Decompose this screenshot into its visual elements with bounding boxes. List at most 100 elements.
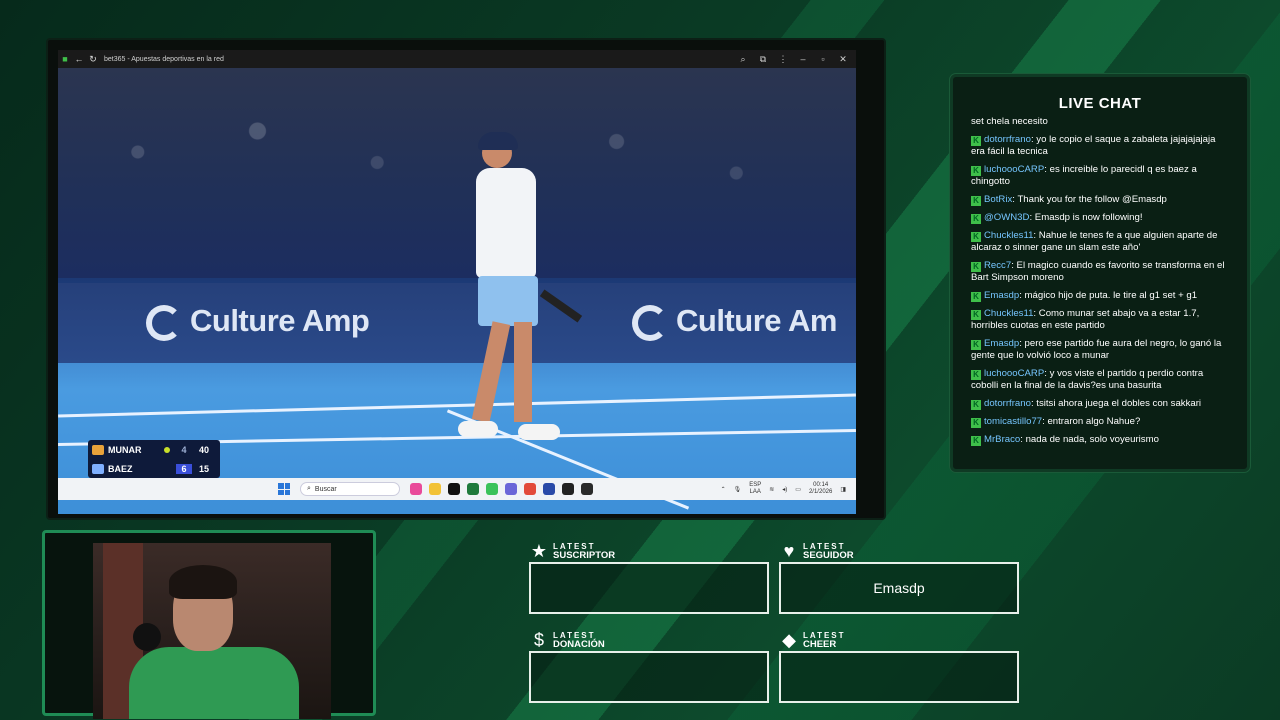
browser-titlebar: ■ ← ↻ bet365 - Apuestas deportivas en la… xyxy=(58,50,856,68)
chat-username[interactable]: dotorrfrano xyxy=(984,134,1031,145)
chat-text: entraron algo Nahue? xyxy=(1047,416,1141,427)
reload-icon[interactable]: ↻ xyxy=(86,54,100,65)
battery-icon[interactable]: ▭ xyxy=(795,486,801,493)
tiktok-icon[interactable] xyxy=(448,483,460,495)
chat-text: tsitsi ahora juega el dobles con sakkari xyxy=(1036,398,1202,409)
chat-message: K Chuckles11: Como munar set abajo va a e… xyxy=(971,308,1200,331)
language-indicator[interactable]: ESP LAA xyxy=(749,482,761,496)
match-video: Culture Amp Culture Am MUNAR 4 40 BAEZ 6… xyxy=(58,68,856,514)
chat-username[interactable]: Chuckles11 xyxy=(984,230,1033,241)
microphone-icon xyxy=(133,623,161,651)
heart-icon: ♥ xyxy=(783,541,795,561)
restore-button[interactable]: ▫ xyxy=(816,54,830,65)
ad-culture-amp-left: Culture Amp xyxy=(146,303,370,341)
chat-badge-icon: K xyxy=(971,262,981,272)
back-icon[interactable]: ← xyxy=(72,54,86,64)
chat-message: K MrBraco: nada de nada, solo voyeurismo xyxy=(971,434,1231,446)
dollar-icon: $ xyxy=(533,630,544,650)
chat-message: K Recc7: El magico cuando es favorito se … xyxy=(971,260,1225,283)
volume-icon[interactable]: ◂) xyxy=(782,486,787,493)
scoreboard-row-baez: BAEZ 6 15 xyxy=(88,459,220,478)
chat-text: nada de nada, solo voyeurismo xyxy=(1025,434,1159,445)
latest-cheer-value xyxy=(779,651,1019,703)
chat-text: set chela necesito xyxy=(971,116,1048,127)
extensions-icon[interactable]: ⧉ xyxy=(756,54,770,65)
browser-window: ■ ← ↻ bet365 - Apuestas deportivas en la… xyxy=(46,38,886,520)
chat-username[interactable]: Emasdp xyxy=(984,290,1019,301)
chat-badge-icon: K xyxy=(971,436,981,446)
wifi-icon[interactable]: ≋ xyxy=(769,486,774,493)
chat-username[interactable]: BotRix xyxy=(984,194,1012,205)
chat-message: KluchoooCARP: y vos viste el partido q p… xyxy=(971,368,1204,391)
chat-badge-icon: K xyxy=(971,340,981,350)
latest-cheer-panel: ◆ LATEST CHEER xyxy=(779,629,1019,703)
chat-message: Kdotorrfrano: yo le copio el saque a zab… xyxy=(971,134,1216,157)
live-chat-panel: LIVE CHAT set chela necesito Kdotorrfrano… xyxy=(950,74,1250,472)
windows-taskbar: ⌕ Buscar ⌃ 🎙 ESP LAA ≋ ◂) ▭ 00:14 2/1/20… xyxy=(58,478,856,500)
whatsapp-icon[interactable] xyxy=(486,483,498,495)
chat-message: K @OWN3D: Emasdp is now following! xyxy=(971,212,1231,224)
chat-messages: set chela necesito Kdotorrfrano: yo le co… xyxy=(953,112,1247,446)
chevron-up-icon[interactable]: ⌃ xyxy=(721,486,726,493)
system-tray: ⌃ 🎙 ESP LAA ≋ ◂) ▭ 00:14 2/1/2026 ◨ xyxy=(721,482,856,496)
site-favicon-icon: ■ xyxy=(62,54,68,64)
webcam-feed xyxy=(93,543,331,719)
chat-username[interactable]: MrBraco xyxy=(984,434,1020,445)
app-icon[interactable] xyxy=(581,483,593,495)
chat-badge-icon: K xyxy=(971,400,981,410)
clock[interactable]: 00:14 2/1/2026 xyxy=(809,482,832,496)
zoom-icon[interactable]: ⌕ xyxy=(736,54,750,65)
notifications-icon[interactable]: ◨ xyxy=(840,486,846,493)
search-placeholder: Buscar xyxy=(314,485,337,493)
chat-message: K Chuckles11: Nahue le tenes fe a que alg… xyxy=(971,230,1218,253)
tennis-player xyxy=(438,126,583,456)
start-button[interactable] xyxy=(278,483,290,495)
chat-badge-icon: K xyxy=(971,310,981,320)
app-icon[interactable] xyxy=(562,483,574,495)
bet365-app-icon[interactable] xyxy=(467,483,479,495)
diamond-icon: ◆ xyxy=(782,630,796,650)
chat-text: Emasdp is now following! xyxy=(1034,212,1143,223)
file-explorer-icon[interactable] xyxy=(429,483,441,495)
chat-username[interactable]: Recc7 xyxy=(984,260,1011,271)
player-logo-icon xyxy=(92,444,104,455)
player-name: BAEZ xyxy=(108,463,133,474)
chat-message: Kdotorrfrano: tsitsi ahora juega el dobl… xyxy=(971,398,1231,410)
chat-username[interactable]: luchoooCARP xyxy=(984,368,1044,379)
player-logo-icon xyxy=(92,463,104,474)
chrome-icon[interactable] xyxy=(524,483,536,495)
chat-message: K BotRix: Thank you for the follow @Emasd… xyxy=(971,194,1231,206)
teams-icon[interactable] xyxy=(505,483,517,495)
chat-username[interactable]: Emasdp xyxy=(984,338,1019,349)
chat-username[interactable]: @OWN3D xyxy=(984,212,1029,223)
taskbar-search[interactable]: ⌕ Buscar xyxy=(300,482,400,496)
chat-badge-icon: K xyxy=(971,196,981,206)
close-button[interactable]: ✕ xyxy=(836,54,850,65)
scoreboard: MUNAR 4 40 BAEZ 6 15 xyxy=(88,440,220,478)
chat-badge-icon: K xyxy=(971,214,981,224)
star-icon: ★ xyxy=(530,541,548,561)
chat-badge-icon: K xyxy=(971,232,981,242)
app-icon[interactable] xyxy=(543,483,555,495)
mic-icon[interactable]: 🎙 xyxy=(734,486,742,493)
chat-message: set chela necesito xyxy=(971,116,1231,128)
player-games: 6 xyxy=(176,463,192,474)
player-points: 15 xyxy=(198,463,209,474)
ad-culture-amp-right: Culture Am xyxy=(632,303,837,341)
minimize-button[interactable]: – xyxy=(796,54,810,65)
menu-icon[interactable]: ⋮ xyxy=(776,54,790,65)
copilot-icon[interactable] xyxy=(410,483,422,495)
chat-username[interactable]: Chuckles11 xyxy=(984,308,1033,319)
chat-username[interactable]: luchoooCARP xyxy=(984,164,1044,175)
serve-indicator-icon xyxy=(164,446,170,453)
taskbar-apps xyxy=(410,483,593,495)
chat-username[interactable]: dotorrfrano xyxy=(984,398,1031,409)
search-icon: ⌕ xyxy=(307,485,311,492)
chat-username[interactable]: tomicastillo77 xyxy=(984,416,1042,427)
chat-text: mágico hijo de puta. le tire al g1 set +… xyxy=(1024,290,1198,301)
latest-seguidor-panel: ♥ LATEST SEGUIDOR Emasdp xyxy=(779,540,1019,614)
tab-title: bet365 - Apuestas deportivas en la red xyxy=(104,55,224,63)
player-points: 40 xyxy=(198,444,209,455)
player-name: MUNAR xyxy=(108,444,142,455)
chat-message: KluchoooCARP: es increible lo parecidl q… xyxy=(971,164,1197,187)
